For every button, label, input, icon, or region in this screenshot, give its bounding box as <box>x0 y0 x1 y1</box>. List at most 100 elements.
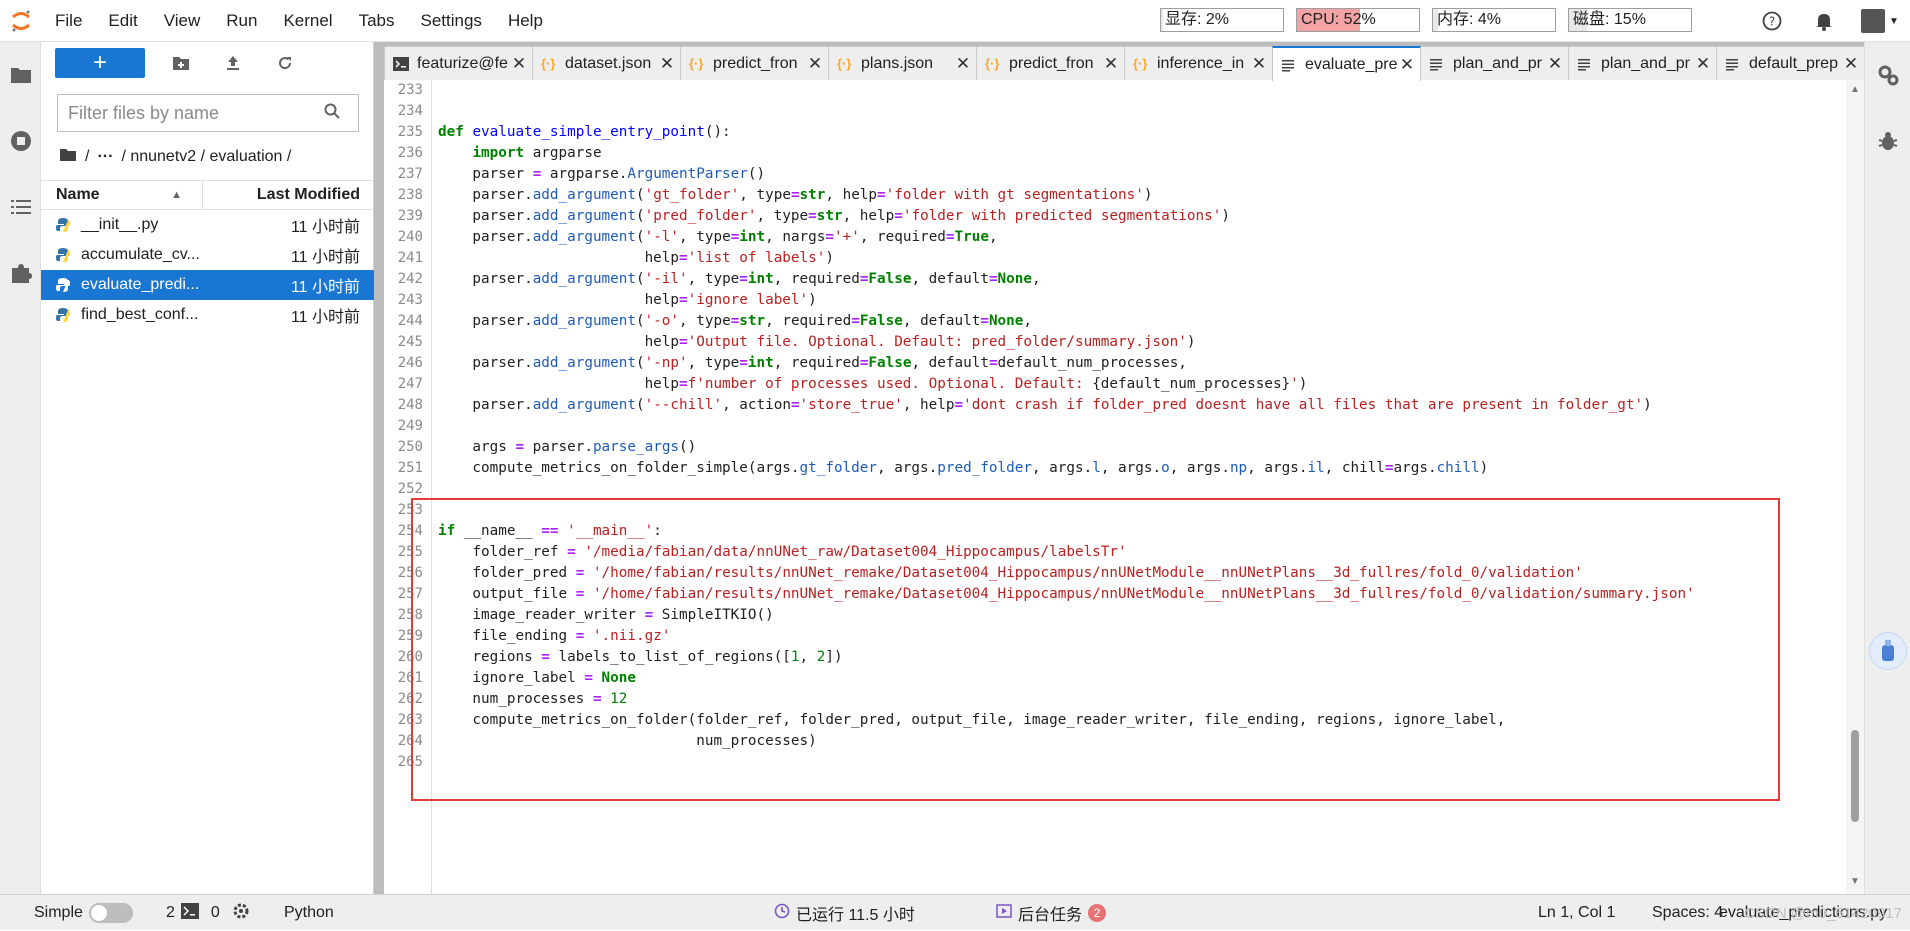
folder-icon[interactable] <box>0 42 41 108</box>
toggle-switch[interactable] <box>88 903 133 923</box>
close-icon[interactable]: ✕ <box>953 54 973 74</box>
uptime-status: 已运行 11.5 小时 <box>774 895 915 931</box>
simple-mode-label: Simple <box>34 904 83 921</box>
tab-dataset-json[interactable]: {·} dataset.json ✕ <box>532 46 681 80</box>
text-file-icon <box>1725 57 1745 71</box>
line-number: 263 <box>397 712 423 728</box>
table-of-contents-icon[interactable] <box>0 174 41 240</box>
kernel-terminal-counts[interactable]: 2 0 <box>166 895 250 931</box>
notification-bell-icon[interactable] <box>1798 0 1850 42</box>
python-file-icon <box>41 217 71 233</box>
line-number: 247 <box>397 376 423 392</box>
status-bar: Simple 2 0 Python 已运行 11.5 小时 后台任务 2 Ln … <box>0 894 1910 930</box>
breadcrumb-path[interactable]: / nnunetv2 / evaluation / <box>121 148 291 166</box>
menu-run[interactable]: Run <box>213 0 270 42</box>
tab-predict-from-2[interactable]: {·} predict_fron ✕ <box>976 46 1125 80</box>
line-number: 262 <box>397 691 423 707</box>
user-avatar[interactable]: ▼ <box>1850 0 1910 42</box>
kernel-gear-icon <box>232 902 250 925</box>
background-tasks-status[interactable]: 后台任务 2 <box>996 895 1107 931</box>
menu-view[interactable]: View <box>151 0 214 42</box>
column-header-name[interactable]: Name ▲ <box>41 180 203 210</box>
code-line: num_processes) <box>438 733 817 749</box>
indentation-status[interactable]: Spaces: 4 <box>1652 895 1723 931</box>
line-number: 240 <box>397 229 423 245</box>
menu-file[interactable]: File <box>42 0 95 42</box>
tab-plan-and-preprocess-1[interactable]: plan_and_pr ✕ <box>1420 46 1569 80</box>
scroll-up-arrow-icon[interactable]: ▲ <box>1850 84 1860 95</box>
close-icon[interactable]: ✕ <box>1397 55 1417 75</box>
json-file-icon: {·} <box>689 56 704 71</box>
tab-predict-from-1[interactable]: {·} predict_fron ✕ <box>680 46 829 80</box>
code-editor[interactable]: 233 234 235 236 237 238 239 240 241 242 243 244 245 2… <box>384 80 1864 894</box>
tab-plan-and-preprocess-2[interactable]: plan_and_pr ✕ <box>1568 46 1717 80</box>
sort-ascending-icon: ▲ <box>171 189 182 201</box>
tab-featurize-terminal[interactable]: featurize@fe ✕ <box>384 46 533 80</box>
close-icon[interactable]: ✕ <box>1693 54 1713 74</box>
line-number: 233 <box>397 82 423 98</box>
new-launcher-button[interactable]: + <box>55 48 145 78</box>
help-icon[interactable]: ? <box>1746 0 1798 42</box>
tab-inference-instructions[interactable]: {·} inference_in ✕ <box>1124 46 1273 80</box>
json-file-icon: {·} <box>1133 56 1148 71</box>
memory-monitor: 内存: 4% <box>1432 8 1556 32</box>
line-number: 238 <box>397 187 423 203</box>
menu-bar: File Edit View Run Kernel Tabs Settings … <box>0 0 1910 42</box>
search-icon[interactable] <box>324 103 340 124</box>
close-icon[interactable]: ✕ <box>1545 54 1565 74</box>
new-folder-icon[interactable] <box>155 48 207 78</box>
code-line: parser.add_argument('-il', type=int, req… <box>438 271 1041 287</box>
scroll-down-arrow-icon[interactable]: ▼ <box>1850 876 1860 887</box>
filter-files-input[interactable] <box>58 96 318 130</box>
kernel-name-status[interactable]: Python <box>284 895 334 931</box>
scrollbar-thumb[interactable] <box>1851 730 1859 822</box>
python-file-icon <box>41 307 71 323</box>
file-modified: 11 小时前 <box>290 279 360 296</box>
breadcrumb: / ··· / nnunetv2 / evaluation / <box>59 142 291 172</box>
menu-settings[interactable]: Settings <box>408 0 495 42</box>
code-line: ignore_label = None <box>438 670 636 686</box>
close-icon[interactable]: ✕ <box>1249 54 1269 74</box>
code-content[interactable]: def evaluate_simple_entry_point(): impor… <box>438 80 1838 894</box>
jupyter-logo-icon <box>0 0 42 42</box>
breadcrumb-ellipsis[interactable]: ··· <box>97 148 113 166</box>
file-row-evaluate-predictions[interactable]: evaluate_predi... 11 小时前 <box>41 270 374 300</box>
simple-mode-toggle[interactable]: Simple <box>34 895 133 931</box>
close-icon[interactable]: ✕ <box>1101 54 1121 74</box>
upload-icon[interactable] <box>207 48 259 78</box>
refresh-icon[interactable] <box>259 48 311 78</box>
tab-default-preprocessor[interactable]: default_prep ✕ <box>1716 46 1865 80</box>
file-row-accumulate-cv[interactable]: accumulate_cv... 11 小时前 <box>41 240 374 270</box>
tab-label: plans.json <box>861 54 934 72</box>
line-number: 257 <box>397 586 423 602</box>
menu-tabs[interactable]: Tabs <box>346 0 408 42</box>
cursor-position-status[interactable]: Ln 1, Col 1 <box>1538 895 1615 931</box>
menu-help[interactable]: Help <box>495 0 556 42</box>
close-icon[interactable]: ✕ <box>509 54 529 74</box>
menu-kernel[interactable]: Kernel <box>270 0 345 42</box>
file-list: __init__.py 11 小时前 accumulate_cv... 11 小… <box>41 210 374 330</box>
tab-evaluate-predictions[interactable]: evaluate_pre ✕ <box>1272 46 1421 81</box>
line-number: 246 <box>397 355 423 371</box>
property-inspector-gears-icon[interactable] <box>1865 42 1910 108</box>
running-kernels-icon[interactable] <box>0 108 41 174</box>
tab-plans-json[interactable]: {·} plans.json ✕ <box>828 46 977 80</box>
close-icon[interactable]: ✕ <box>1841 54 1861 74</box>
close-icon[interactable]: ✕ <box>805 54 825 74</box>
column-header-modified[interactable]: Last Modified <box>203 180 374 210</box>
file-name: evaluate_predi... <box>81 276 200 293</box>
editor-vertical-scrollbar[interactable]: ▲ ▼ <box>1846 80 1864 894</box>
close-icon[interactable]: ✕ <box>657 54 677 74</box>
debugger-bug-icon[interactable] <box>1865 108 1910 174</box>
menu-edit[interactable]: Edit <box>95 0 150 42</box>
floating-assistant-button[interactable] <box>1869 632 1907 670</box>
home-folder-icon[interactable] <box>59 148 77 167</box>
file-row-init[interactable]: __init__.py 11 小时前 <box>41 210 374 240</box>
breadcrumb-root[interactable]: / <box>85 148 89 166</box>
code-line: folder_pred = '/home/fabian/results/nnUN… <box>438 565 1583 581</box>
extension-puzzle-icon[interactable] <box>0 240 41 306</box>
file-row-find-best-configuration[interactable]: find_best_conf... 11 小时前 <box>41 300 374 330</box>
line-number: 242 <box>397 271 423 287</box>
code-line: compute_metrics_on_folder_simple(args.gt… <box>438 460 1489 476</box>
json-file-icon: {·} <box>541 56 556 71</box>
